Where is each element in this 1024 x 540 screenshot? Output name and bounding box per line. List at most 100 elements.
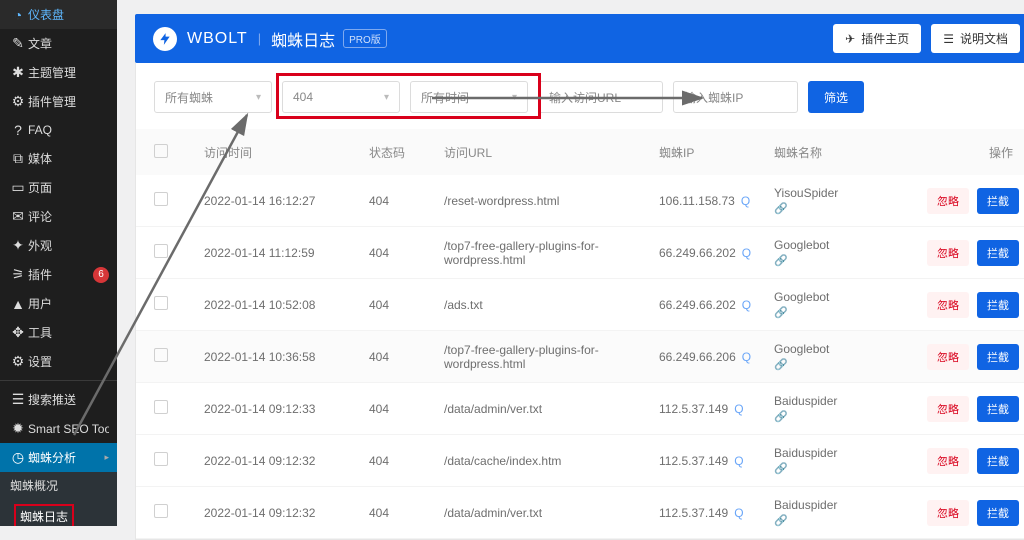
info-icon[interactable]: Q xyxy=(734,506,743,520)
link-icon[interactable]: 🔗 xyxy=(774,358,788,371)
menu-icon: ◷ xyxy=(8,449,28,466)
sidebar-item-12[interactable]: ⚙设置 xyxy=(0,347,117,376)
info-icon[interactable]: Q xyxy=(742,350,751,364)
chevron-down-icon: ▾ xyxy=(512,92,517,103)
ip-input[interactable]: 输入蜘蛛IP xyxy=(673,81,798,113)
block-button[interactable]: 拦截 xyxy=(977,500,1019,526)
block-button[interactable]: 拦截 xyxy=(977,188,1019,214)
info-icon[interactable]: Q xyxy=(742,298,751,312)
spider-select[interactable]: 所有蜘蛛 ▾ xyxy=(154,81,272,113)
cell-spider: YisouSpider🔗 xyxy=(774,186,879,215)
sidebar-item-7[interactable]: ✉评论 xyxy=(0,202,117,231)
block-button[interactable]: 拦截 xyxy=(977,396,1019,422)
ignore-button[interactable]: 忽略 xyxy=(927,188,969,214)
cell-time: 2022-01-14 09:12:32 xyxy=(204,506,369,520)
row-checkbox[interactable] xyxy=(154,244,168,258)
cell-url: /data/admin/ver.txt xyxy=(444,402,659,416)
table-header: 访问时间 状态码 访问URL 蜘蛛IP 蜘蛛名称 操作 xyxy=(136,129,1024,175)
col-url: 访问URL xyxy=(444,144,659,161)
table-row: 2022-01-14 09:12:33404/data/admin/ver.tx… xyxy=(136,383,1024,435)
table-row: 2022-01-14 16:12:27404/reset-wordpress.h… xyxy=(136,175,1024,227)
block-button[interactable]: 拦截 xyxy=(977,240,1019,266)
cell-ops: 忽略拦截 xyxy=(879,344,1019,370)
sidebar-item-0[interactable]: ◔仪表盘 xyxy=(0,0,117,29)
sidebar-item-6[interactable]: ▭页面 xyxy=(0,173,117,202)
cell-time: 2022-01-14 09:12:33 xyxy=(204,402,369,416)
cell-status: 404 xyxy=(369,506,444,520)
table-row: 2022-01-14 10:36:58404/top7-free-gallery… xyxy=(136,331,1024,383)
chevron-down-icon: ▾ xyxy=(256,92,261,103)
block-button[interactable]: 拦截 xyxy=(977,292,1019,318)
row-checkbox[interactable] xyxy=(154,504,168,518)
block-button[interactable]: 拦截 xyxy=(977,448,1019,474)
link-icon[interactable]: 🔗 xyxy=(774,306,788,319)
row-checkbox[interactable] xyxy=(154,348,168,362)
info-icon[interactable]: Q xyxy=(734,402,743,416)
row-checkbox[interactable] xyxy=(154,452,168,466)
highlight-box: 蜘蛛日志 xyxy=(14,504,74,526)
menu-icon: ✥ xyxy=(8,324,28,341)
link-icon[interactable]: 🔗 xyxy=(774,514,788,527)
table-row: 2022-01-14 11:12:59404/top7-free-gallery… xyxy=(136,227,1024,279)
ignore-button[interactable]: 忽略 xyxy=(927,448,969,474)
cell-spider: Baiduspider🔗 xyxy=(774,394,879,423)
sidebar-item-14[interactable]: ✹Smart SEO Tool xyxy=(0,414,117,443)
menu-label: 设置 xyxy=(28,353,109,370)
filter-button[interactable]: 筛选 xyxy=(808,81,864,113)
ignore-button[interactable]: 忽略 xyxy=(927,344,969,370)
ignore-button[interactable]: 忽略 xyxy=(927,396,969,422)
time-select[interactable]: 所有时间 ▾ xyxy=(410,81,528,113)
page-title: 蜘蛛日志 xyxy=(271,27,335,51)
submenu-label: 蜘蛛概况 xyxy=(10,477,58,494)
submenu-item-0[interactable]: 蜘蛛概况 xyxy=(0,472,117,499)
sidebar-item-8[interactable]: ✦外观 xyxy=(0,231,117,260)
menu-label: 主题管理 xyxy=(28,64,109,81)
link-icon[interactable]: 🔗 xyxy=(774,254,788,267)
cell-spider: Baiduspider🔗 xyxy=(774,498,879,527)
docs-button[interactable]: ☰ 说明文档 xyxy=(931,24,1020,53)
update-badge: 6 xyxy=(93,267,109,283)
sidebar-item-11[interactable]: ✥工具 xyxy=(0,318,117,347)
sidebar-item-10[interactable]: ▲用户 xyxy=(0,289,117,318)
sidebar-item-3[interactable]: ⚙插件管理 xyxy=(0,87,117,116)
cell-ops: 忽略拦截 xyxy=(879,500,1019,526)
link-icon[interactable]: 🔗 xyxy=(774,202,788,215)
status-select[interactable]: 404 ▾ xyxy=(282,81,400,113)
plugin-home-button[interactable]: ✈ 插件主页 xyxy=(833,24,921,53)
cell-time: 2022-01-14 10:52:08 xyxy=(204,298,369,312)
link-icon[interactable]: 🔗 xyxy=(774,462,788,475)
chevron-down-icon: ▾ xyxy=(384,92,389,103)
cell-spider: Googlebot🔗 xyxy=(774,342,879,371)
info-icon[interactable]: Q xyxy=(742,246,751,260)
sidebar-item-15[interactable]: ◷蜘蛛分析▸ xyxy=(0,443,117,472)
row-checkbox[interactable] xyxy=(154,192,168,206)
cell-ops: 忽略拦截 xyxy=(879,240,1019,266)
sidebar-item-2[interactable]: ✱主题管理 xyxy=(0,58,117,87)
info-icon[interactable]: Q xyxy=(741,194,750,208)
link-icon[interactable]: 🔗 xyxy=(774,410,788,423)
ignore-button[interactable]: 忽略 xyxy=(927,500,969,526)
sidebar-item-9[interactable]: ⚞插件6 xyxy=(0,260,117,289)
row-checkbox[interactable] xyxy=(154,296,168,310)
ignore-button[interactable]: 忽略 xyxy=(927,292,969,318)
cell-spider: Baiduspider🔗 xyxy=(774,446,879,475)
menu-label: 页面 xyxy=(28,179,109,196)
row-checkbox[interactable] xyxy=(154,400,168,414)
menu-icon: ✹ xyxy=(8,420,28,437)
select-all-checkbox[interactable] xyxy=(154,144,168,158)
cell-ops: 忽略拦截 xyxy=(879,188,1019,214)
col-ip: 蜘蛛IP xyxy=(659,144,774,161)
main-area: WBOLT | 蜘蛛日志 PRO版 ✈ 插件主页 ☰ 说明文档 所有蜘蛛 ▾ 4… xyxy=(117,0,1024,526)
block-button[interactable]: 拦截 xyxy=(977,344,1019,370)
menu-label: 用户 xyxy=(28,295,109,312)
sidebar-item-1[interactable]: ✎文章 xyxy=(0,29,117,58)
info-icon[interactable]: Q xyxy=(734,454,743,468)
url-input[interactable]: 输入访问URL xyxy=(538,81,663,113)
sidebar-item-13[interactable]: ☰搜索推送 xyxy=(0,385,117,414)
sidebar-item-5[interactable]: ⧉媒体 xyxy=(0,144,117,173)
menu-label: 评论 xyxy=(28,208,109,225)
sidebar-item-4[interactable]: ?FAQ xyxy=(0,116,117,144)
ignore-button[interactable]: 忽略 xyxy=(927,240,969,266)
submenu-item-1[interactable]: 蜘蛛日志 xyxy=(0,499,117,526)
docs-icon: ☰ xyxy=(943,32,954,46)
